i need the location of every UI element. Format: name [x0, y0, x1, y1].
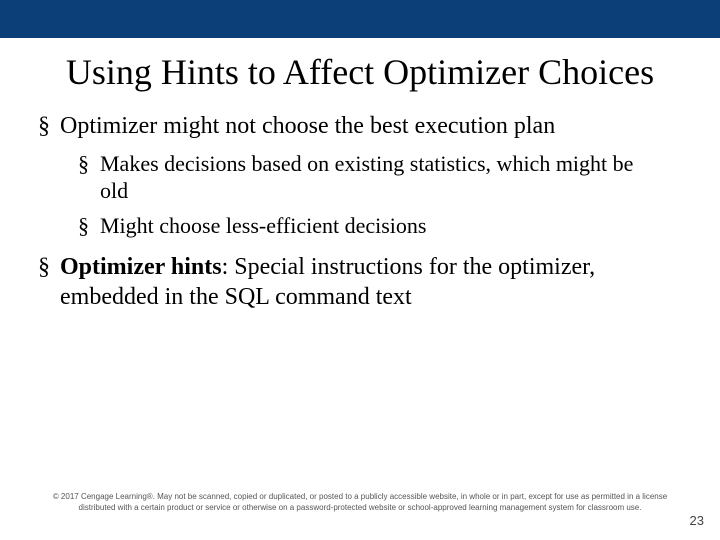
bullet-text: Makes decisions based on existing statis… [100, 151, 633, 203]
copyright-footer: © 2017 Cengage Learning®. May not be sca… [0, 492, 720, 514]
header-bar [0, 0, 720, 38]
bullet-level1: Optimizer might not choose the best exec… [38, 111, 682, 239]
bullet-level2: Might choose less-efficient decisions [78, 213, 682, 240]
bullet-level1: Optimizer hints: Special instructions fo… [38, 252, 682, 312]
page-number: 23 [690, 513, 704, 528]
bullet-text: Might choose less-efficient decisions [100, 213, 426, 238]
slide-body: Optimizer might not choose the best exec… [0, 93, 720, 311]
bullet-level2: Makes decisions based on existing statis… [78, 151, 682, 205]
bullet-text: Optimizer might not choose the best exec… [60, 113, 555, 139]
bullet-term: Optimizer hints [60, 254, 222, 280]
slide-title: Using Hints to Affect Optimizer Choices [0, 52, 720, 93]
